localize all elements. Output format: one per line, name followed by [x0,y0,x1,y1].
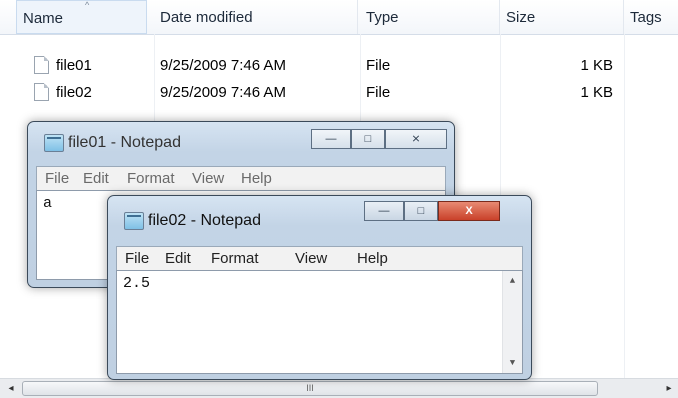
column-header-date-modified[interactable]: Date modified [154,0,358,34]
minimize-icon[interactable]: — [311,129,351,149]
file-size: 1 KB [580,84,613,101]
menu-bar: File Edit Format View Help [116,246,523,270]
menu-bar: File Edit Format View Help [36,166,446,190]
file-name: file02 [56,84,92,101]
scrollbar-thumb[interactable]: III [22,381,598,396]
maximize-icon[interactable]: □ [351,129,385,149]
notepad-window-file02[interactable]: file02 - Notepad — □ X File Edit Format … [107,195,532,380]
file-size: 1 KB [580,57,613,74]
file-type: File [366,57,391,74]
scroll-left-icon[interactable]: ◂ [2,379,20,398]
menu-help[interactable]: Help [241,170,272,187]
maximize-icon[interactable]: □ [404,201,438,221]
close-icon[interactable]: X [438,201,500,221]
menu-file[interactable]: File [45,170,69,187]
menu-edit[interactable]: Edit [165,250,191,267]
scroll-down-icon[interactable]: ▼ [503,355,522,371]
scroll-right-icon[interactable]: ▸ [660,379,678,398]
window-title: file01 - Notepad [68,134,181,151]
window-title: file02 - Notepad [148,212,261,229]
column-header-name-label: Name [23,10,64,27]
notepad-icon [44,134,64,152]
window-controls: — □ X [364,201,522,223]
close-icon[interactable]: ⨯ [385,129,447,149]
file-row-file02[interactable]: file02 9/25/2009 7:46 AM File 1 KB [0,82,678,104]
file-date-modified: 9/25/2009 7:46 AM [160,57,286,74]
column-header-type[interactable]: Type [360,0,500,34]
column-header-bar: ^ Name Date modified Type Size Tags [0,0,678,35]
file-type: File [366,84,391,101]
column-header-tags[interactable]: Tags [624,0,678,34]
column-header-size[interactable]: Size [500,0,624,34]
menu-format[interactable]: Format [127,170,175,187]
menu-view[interactable]: View [295,250,327,267]
window-controls: — □ ⨯ [311,129,461,151]
text-editor-area[interactable]: 2.5 ▲ ▼ [116,270,523,374]
file-row-file01[interactable]: file01 9/25/2009 7:46 AM File 1 KB [0,55,678,77]
sort-ascending-icon: ^ [85,0,90,10]
file-name: file01 [56,57,92,74]
editor-content: 2.5 [123,275,151,292]
menu-edit[interactable]: Edit [83,170,109,187]
file-icon [34,83,49,101]
minimize-icon[interactable]: — [364,201,404,221]
column-header-name[interactable]: ^ Name [16,0,147,34]
menu-help[interactable]: Help [357,250,388,267]
file-icon [34,56,49,74]
scroll-up-icon[interactable]: ▲ [503,273,522,289]
notepad-icon [124,212,144,230]
menu-view[interactable]: View [192,170,224,187]
horizontal-scrollbar[interactable]: ◂ III ▸ [0,378,678,398]
editor-content: a [43,195,53,212]
file-date-modified: 9/25/2009 7:46 AM [160,84,286,101]
vertical-scrollbar[interactable]: ▲ ▼ [502,271,522,373]
menu-file[interactable]: File [125,250,149,267]
menu-format[interactable]: Format [211,250,259,267]
